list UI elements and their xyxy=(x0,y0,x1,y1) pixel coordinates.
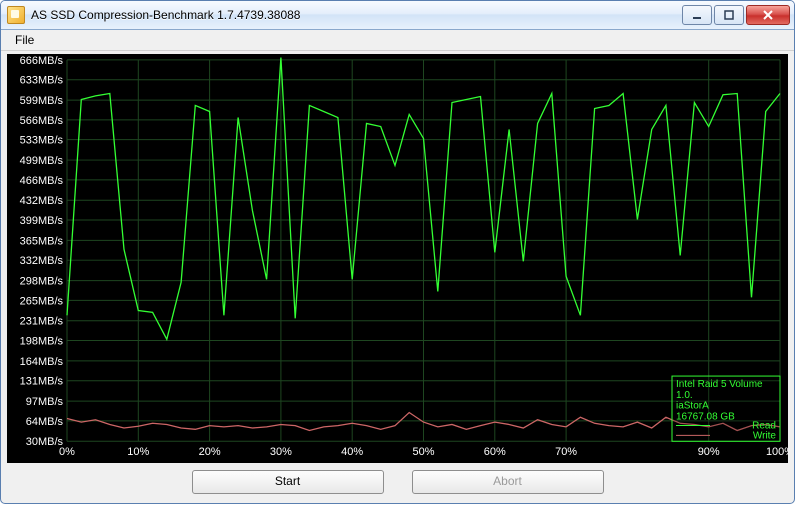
x-tick-label: 30% xyxy=(270,446,292,458)
window-buttons xyxy=(682,5,790,25)
bottom-bar: Start Abort xyxy=(1,465,794,503)
titlebar[interactable]: AS SSD Compression-Benchmark 1.7.4739.38… xyxy=(1,1,794,30)
y-tick-label: 599MB/s xyxy=(20,95,64,107)
y-tick-label: 533MB/s xyxy=(20,135,64,147)
y-tick-label: 499MB/s xyxy=(20,155,64,167)
x-tick-label: 100% xyxy=(766,446,788,458)
y-tick-label: 666MB/s xyxy=(20,55,64,67)
x-tick-label: 50% xyxy=(412,446,434,458)
x-tick-label: 20% xyxy=(199,446,221,458)
y-tick-label: 633MB/s xyxy=(20,75,64,87)
legend-write-label: Write xyxy=(753,430,777,441)
y-tick-label: 432MB/s xyxy=(20,195,64,207)
y-tick-label: 164MB/s xyxy=(20,356,64,368)
y-tick-label: 64MB/s xyxy=(26,416,64,428)
app-window: AS SSD Compression-Benchmark 1.7.4739.38… xyxy=(0,0,795,504)
info-line4: 16767.08 GB xyxy=(676,412,735,423)
info-line3: iaStorA xyxy=(676,401,709,412)
y-tick-label: 298MB/s xyxy=(20,276,64,288)
x-tick-label: 0% xyxy=(59,446,75,458)
x-tick-label: 40% xyxy=(341,446,363,458)
maximize-button[interactable] xyxy=(714,5,744,25)
info-box: Intel Raid 5 Volume1.0.iaStorA16767.08 G… xyxy=(672,376,780,441)
info-line2: 1.0. xyxy=(676,390,693,401)
x-tick-label: 70% xyxy=(555,446,577,458)
start-button[interactable]: Start xyxy=(192,470,384,494)
menu-file[interactable]: File xyxy=(7,32,42,48)
x-tick-label: 90% xyxy=(698,446,720,458)
y-tick-label: 97MB/s xyxy=(26,396,64,408)
y-tick-label: 365MB/s xyxy=(20,235,64,247)
y-tick-label: 332MB/s xyxy=(20,255,64,267)
x-tick-label: 10% xyxy=(127,446,149,458)
y-tick-label: 131MB/s xyxy=(20,376,64,388)
close-button[interactable] xyxy=(746,5,790,25)
minimize-button[interactable] xyxy=(682,5,712,25)
y-tick-label: 231MB/s xyxy=(20,316,64,328)
y-tick-label: 466MB/s xyxy=(20,175,64,187)
y-tick-label: 198MB/s xyxy=(20,336,64,348)
chart: 30MB/s 64MB/s 97MB/s 131MB/s 164MB/s 198MB/s 2… xyxy=(7,54,788,463)
x-tick-label: 60% xyxy=(484,446,506,458)
y-tick-label: 399MB/s xyxy=(20,215,64,227)
y-tick-label: 30MB/s xyxy=(26,436,64,448)
menubar: File xyxy=(1,30,794,51)
app-icon xyxy=(7,6,25,24)
y-tick-label: 265MB/s xyxy=(20,295,64,307)
window-title: AS SSD Compression-Benchmark 1.7.4739.38… xyxy=(31,8,682,22)
abort-button[interactable]: Abort xyxy=(412,470,604,494)
info-line1: Intel Raid 5 Volume xyxy=(676,379,763,390)
y-tick-label: 566MB/s xyxy=(20,115,64,127)
